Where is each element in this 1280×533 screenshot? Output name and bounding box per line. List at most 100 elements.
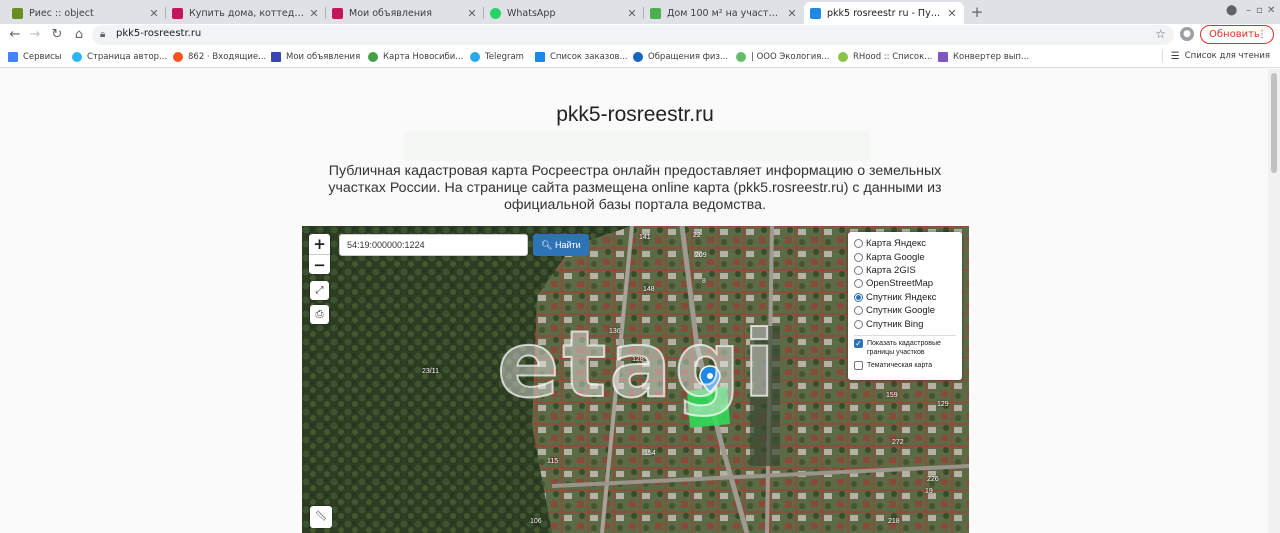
checkbox[interactable]: [854, 360, 863, 370]
zoom-out-button[interactable]: −: [309, 254, 330, 274]
tab-close-icon[interactable]: ✕: [786, 7, 798, 20]
radio-button[interactable]: [854, 252, 863, 262]
browser-tab[interactable]: Дом 100 м² на участке 6 сот ✕: [644, 2, 804, 24]
forward-icon[interactable]: →: [26, 26, 44, 44]
address-url: pkk5-rosreestr.ru: [116, 28, 202, 39]
reading-list-icon: ☰: [1170, 50, 1180, 62]
bookmark-label: 862 · Входящие...: [188, 52, 267, 62]
radio-button[interactable]: [854, 279, 863, 289]
bookmark-item[interactable]: Обращения физ...: [633, 50, 728, 64]
bookmark-item[interactable]: Страница автор...: [72, 50, 167, 64]
bookmark-favicon-icon: [736, 52, 746, 62]
bookmark-item[interactable]: Список заказов...: [535, 50, 628, 64]
bookmark-favicon-icon: [368, 52, 378, 62]
tab-title: pkk5 rosreestr ru - Публична: [827, 7, 942, 19]
new-tab-button[interactable]: +: [968, 3, 986, 21]
plot-number[interactable]: 19: [925, 488, 933, 495]
minimize-icon[interactable]: –: [1246, 5, 1251, 16]
plot-number[interactable]: 8: [702, 278, 706, 285]
layer-option[interactable]: Спутник Google: [854, 304, 956, 317]
layer-option[interactable]: Карта Яндекс: [854, 237, 956, 250]
search-button[interactable]: 🔍︎ Найти: [533, 234, 589, 256]
bookmark-item[interactable]: Конвертер вып...: [938, 50, 1029, 64]
measure-button[interactable]: 📏︎: [310, 506, 332, 528]
browser-tab[interactable]: Мои объявления ✕: [326, 2, 484, 24]
plot-number[interactable]: 23/11: [422, 368, 439, 375]
bookmark-item[interactable]: Telegram: [470, 50, 524, 64]
bookmark-label: Обращения физ...: [648, 52, 729, 62]
plot-number[interactable]: 115: [547, 458, 558, 465]
bookmark-favicon-icon: [271, 52, 281, 62]
cadastral-map[interactable]: etagi 141 22 148 8 128 136 209 23/11 115…: [302, 226, 969, 533]
cadastral-number-input[interactable]: [339, 234, 528, 256]
browser-tab[interactable]: Купить дома, коттеджи с ф ✕: [166, 2, 326, 24]
bookmark-label: | ООО Экология...: [751, 52, 830, 62]
layer-option-selected[interactable]: Спутник Яндекс: [854, 291, 956, 304]
plot-number[interactable]: 272: [892, 439, 904, 446]
layer-label: Спутник Google: [866, 305, 936, 317]
close-window-icon[interactable]: ✕: [1267, 5, 1275, 16]
bookmark-favicon-icon: [173, 52, 183, 62]
bookmark-star-icon[interactable]: ☆: [1155, 27, 1166, 41]
layer-option[interactable]: Карта 2GIS: [854, 264, 956, 277]
thematic-map-toggle[interactable]: Тематическая карта: [854, 360, 956, 370]
address-bar[interactable]: 🔒︎ pkk5-rosreestr.ru ☆: [92, 25, 1174, 45]
layer-option[interactable]: Спутник Bing: [854, 317, 956, 330]
menu-dots-icon: ⋮: [1257, 29, 1267, 40]
maximize-icon[interactable]: ▫: [1256, 5, 1263, 16]
radio-button[interactable]: [854, 239, 863, 249]
plot-number[interactable]: 209: [695, 252, 707, 259]
fullscreen-button[interactable]: ⤢: [310, 281, 329, 300]
plot-number[interactable]: 141: [639, 234, 651, 241]
plot-number[interactable]: 129: [937, 401, 949, 408]
bookmark-favicon-icon: [535, 52, 545, 62]
browser-tab-active[interactable]: pkk5 rosreestr ru - Публична ✕: [804, 2, 964, 24]
radio-button-selected[interactable]: [854, 292, 863, 302]
plot-number[interactable]: 128: [632, 356, 644, 363]
plot-number[interactable]: 226: [927, 476, 939, 483]
tab-close-icon[interactable]: ✕: [946, 7, 958, 20]
radio-button[interactable]: [854, 319, 863, 329]
plot-number[interactable]: 106: [530, 518, 542, 525]
bookmark-item[interactable]: | ООО Экология...: [736, 50, 829, 64]
plot-number[interactable]: 218: [888, 518, 900, 525]
search-icon: 🔍︎: [541, 240, 553, 250]
plot-number[interactable]: 154: [644, 450, 656, 457]
scrollbar-thumb[interactable]: [1271, 73, 1277, 173]
bookmark-item[interactable]: Карта Новосиби...: [368, 50, 463, 64]
print-button[interactable]: ⎙: [310, 305, 329, 324]
layer-option[interactable]: OpenStreetMap: [854, 277, 956, 290]
cadastral-borders-toggle[interactable]: ✓ Показать кадастровые границы участков: [854, 338, 956, 357]
plot-number[interactable]: 148: [643, 286, 655, 293]
tab-close-icon[interactable]: ✕: [466, 7, 478, 20]
reload-icon[interactable]: ↻: [48, 26, 66, 44]
tab-close-icon[interactable]: ✕: [626, 7, 638, 20]
bookmark-apps[interactable]: Сервисы: [8, 50, 61, 64]
update-button[interactable]: Обновить ⋮: [1200, 25, 1274, 44]
home-icon[interactable]: ⌂: [70, 26, 88, 44]
print-icon: ⎙: [315, 309, 324, 320]
plot-number[interactable]: 136: [609, 328, 621, 335]
bookmark-item[interactable]: RHood :: Список...: [838, 50, 932, 64]
bookmark-item[interactable]: Мои объявления: [271, 50, 360, 64]
tab-close-icon[interactable]: ✕: [308, 7, 320, 20]
profile-avatar-icon[interactable]: ●: [1180, 27, 1194, 41]
page-description: Публичная кадастровая карта Росреестра о…: [328, 163, 942, 213]
page-scrollbar[interactable]: [1268, 69, 1280, 533]
radio-button[interactable]: [854, 306, 863, 316]
layer-option[interactable]: Карта Google: [854, 250, 956, 263]
zoom-in-button[interactable]: +: [309, 234, 330, 254]
tab-search-icon[interactable]: ⬤: [1226, 5, 1237, 16]
bookmark-item[interactable]: 862 · Входящие...: [173, 50, 266, 64]
browser-tab[interactable]: Риес :: object ✕: [6, 2, 166, 24]
plot-number[interactable]: 22: [693, 232, 701, 239]
plot-number[interactable]: 159: [886, 392, 898, 399]
layer-switcher: Карта Яндекс Карта Google Карта 2GIS Ope…: [848, 232, 962, 380]
tab-title: Дом 100 м² на участке 6 сот: [667, 7, 782, 19]
back-icon[interactable]: ←: [6, 26, 24, 44]
radio-button[interactable]: [854, 265, 863, 275]
checkbox-checked[interactable]: ✓: [854, 338, 863, 348]
reading-list-button[interactable]: ☰ Список для чтения: [1161, 50, 1270, 62]
browser-tab[interactable]: WhatsApp ✕: [484, 2, 644, 24]
tab-close-icon[interactable]: ✕: [148, 7, 160, 20]
